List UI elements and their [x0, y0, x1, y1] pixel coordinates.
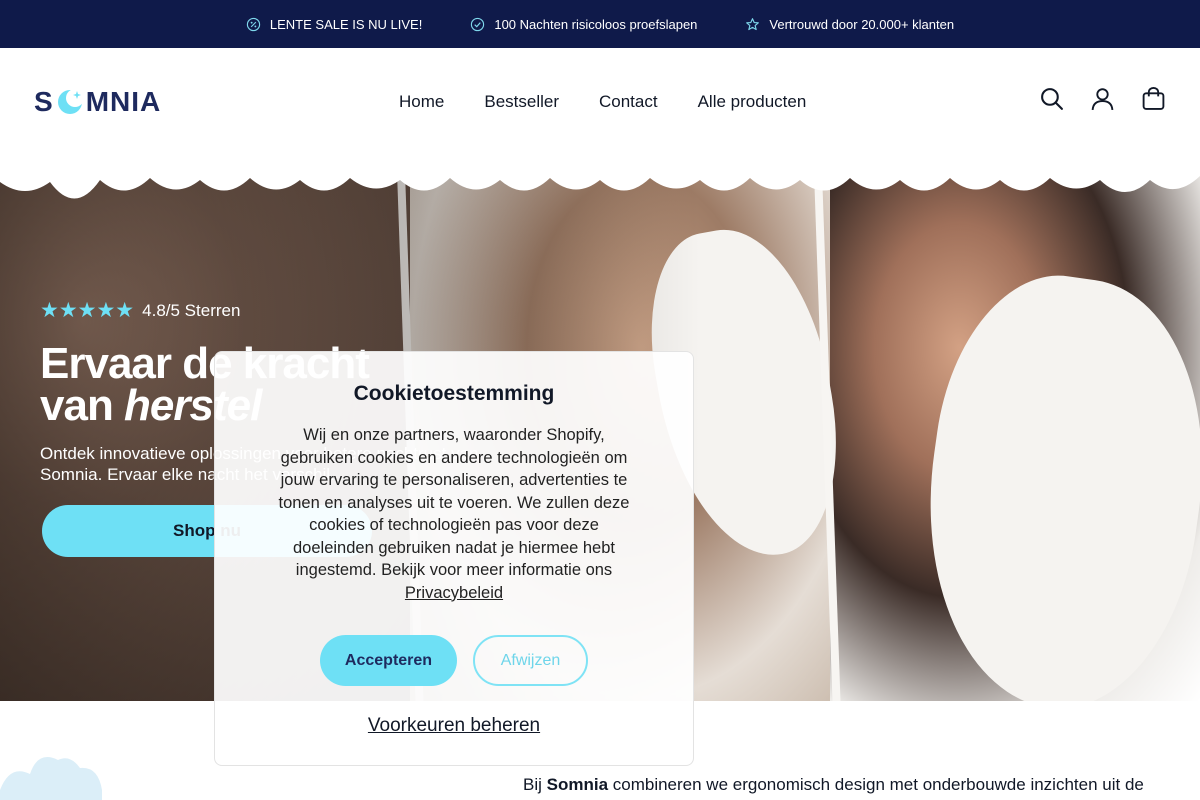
- rating-stars: ★★★★★: [40, 299, 135, 322]
- privacy-policy-link[interactable]: Privacybeleid: [405, 584, 503, 602]
- search-icon: [1041, 88, 1063, 110]
- shield-check-icon: [471, 17, 485, 31]
- announcement-item-sale: LENTE SALE IS NU LIVE!: [246, 17, 422, 32]
- logo-text-right: MNIA: [85, 86, 162, 117]
- logo-text-left: S: [34, 86, 54, 117]
- cloud-decoration: [0, 757, 102, 800]
- cloud-edge-decoration: [0, 158, 1200, 199]
- hero-title-prefix: van: [40, 381, 125, 430]
- header-actions: [1039, 86, 1166, 111]
- account-button[interactable]: [1090, 86, 1115, 111]
- cart-button[interactable]: [1141, 86, 1166, 111]
- rating: ★★★★★ 4.8/5 Sterren: [40, 298, 520, 323]
- cookie-consent-dialog: Cookietoestemming Wij en onze partners, …: [214, 351, 694, 766]
- user-icon: [1091, 88, 1114, 111]
- intro-body: combineren we ergonomisch design met ond…: [608, 775, 1144, 794]
- badge-percent-icon: [246, 17, 261, 31]
- announcement-bar: LENTE SALE IS NU LIVE! 100 Nachten risic…: [0, 0, 1200, 48]
- intro-prefix: Bij: [523, 775, 547, 794]
- decline-cookies-button[interactable]: Afwijzen: [473, 635, 588, 686]
- shopping-bag-icon: [1142, 86, 1165, 110]
- nav-home[interactable]: Home: [399, 92, 444, 112]
- intro-brand: Somnia: [546, 775, 609, 794]
- search-button[interactable]: [1039, 86, 1064, 111]
- moon-logo-icon: [57, 89, 84, 114]
- announcement-text: Vertrouwd door 20.000+ klanten: [769, 16, 955, 32]
- cookie-body: Wij en onze partners, waaronder Shopify,…: [274, 424, 634, 604]
- announcement-text: LENTE SALE IS NU LIVE!: [269, 16, 423, 32]
- accept-cookies-button[interactable]: Accepteren: [320, 635, 457, 686]
- rating-text: 4.8/5 Sterren: [142, 300, 241, 320]
- logo[interactable]: S MNIA: [34, 86, 161, 118]
- main-nav: Home Bestseller Contact Alle producten: [399, 92, 806, 112]
- cookie-body-text: Wij en onze partners, waaronder Shopify,…: [278, 426, 630, 579]
- site-header: S MNIA Home Bestseller Contact Alle prod…: [0, 48, 1200, 158]
- manage-preferences-link[interactable]: Voorkeuren beheren: [215, 715, 693, 737]
- cookie-buttons: Accepteren Afwijzen: [215, 635, 693, 686]
- cookie-title: Cookietoestemming: [353, 382, 555, 405]
- nav-bestseller[interactable]: Bestseller: [484, 92, 559, 112]
- nav-contact[interactable]: Contact: [599, 92, 658, 112]
- intro-text: Bij Somnia combineren we ergonomisch des…: [523, 775, 1144, 795]
- nav-all-products[interactable]: Alle producten: [698, 92, 807, 112]
- announcement-item-trust: Vertrouwd door 20.000+ klanten: [745, 17, 954, 32]
- announcement-item-trial: 100 Nachten risicoloos proefslapen: [470, 17, 697, 32]
- star-outline-icon: [746, 17, 760, 30]
- announcement-text: 100 Nachten risicoloos proefslapen: [494, 16, 698, 32]
